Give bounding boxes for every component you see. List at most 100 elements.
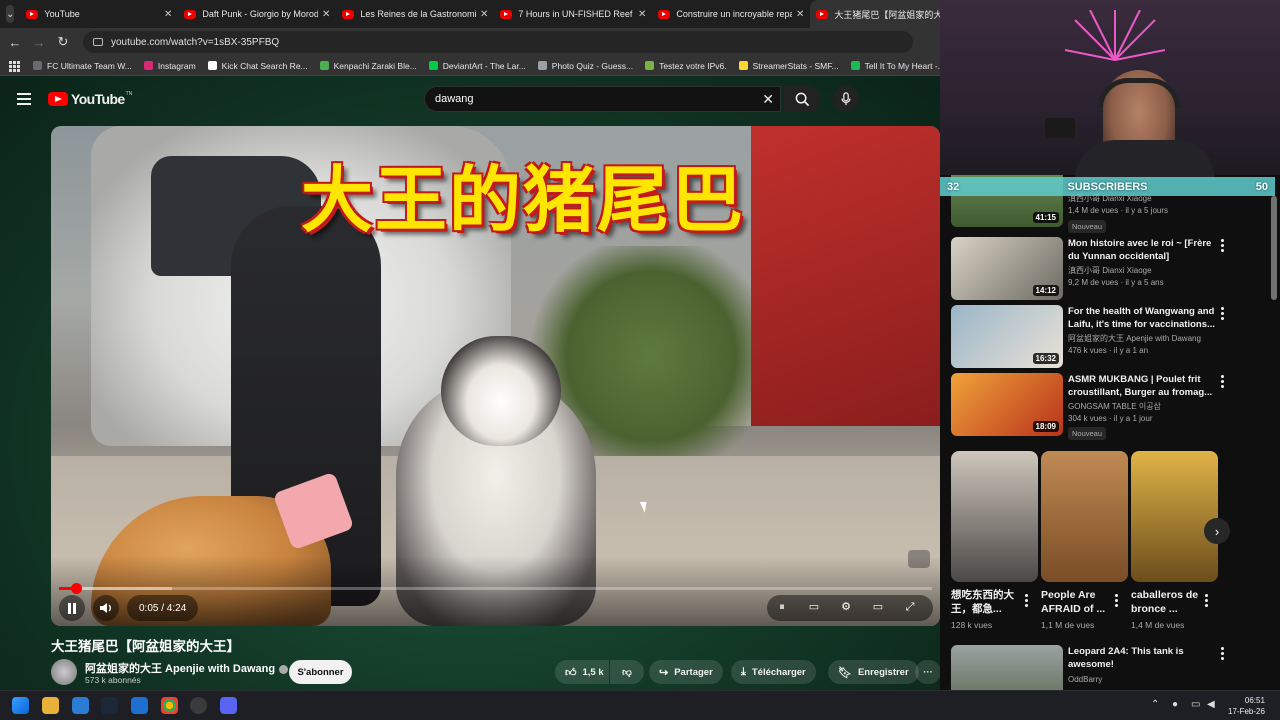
related-video-bottom[interactable]: Leopard 2A4: This tank is awesome! OddBa… bbox=[951, 645, 1271, 690]
close-tab-icon[interactable]: ✕ bbox=[322, 9, 330, 20]
bookmark-item[interactable]: Testez votre IPv6. bbox=[645, 61, 727, 71]
short-menu-icon[interactable] bbox=[1025, 594, 1028, 609]
steam-icon[interactable] bbox=[101, 697, 118, 714]
reload-button[interactable]: ↻ bbox=[51, 34, 75, 50]
browser-tab[interactable]: YouTube ✕ bbox=[20, 0, 178, 28]
tray-overflow-icon[interactable]: ⌃ bbox=[1151, 699, 1159, 710]
video-menu-icon[interactable] bbox=[1221, 647, 1225, 662]
related-video[interactable]: 16:32 For the health of Wangwang and Laif… bbox=[951, 305, 1271, 369]
bookmark-item[interactable]: StreamerStats - SMF... bbox=[738, 61, 839, 71]
volume-button[interactable] bbox=[93, 595, 119, 621]
file-explorer-icon[interactable] bbox=[42, 697, 59, 714]
pause-icon bbox=[68, 602, 76, 614]
scrubber-knob[interactable] bbox=[70, 583, 82, 594]
start-icon[interactable] bbox=[12, 697, 29, 714]
bookmark-item[interactable]: DeviantArt - The Lar... bbox=[428, 61, 526, 71]
shorts-next-button[interactable]: › bbox=[1204, 518, 1230, 544]
bookmark-item[interactable]: Kenpachi Zaraki Ble... bbox=[319, 60, 417, 71]
autoplay-toggle-icon[interactable]: ⏸ bbox=[775, 601, 789, 613]
close-tab-icon[interactable]: ✕ bbox=[164, 9, 172, 20]
forward-button[interactable]: → bbox=[27, 35, 51, 50]
related-video[interactable]: 18:09 ASMR MUKBANG | Poulet frit croustil… bbox=[951, 373, 1271, 440]
bookmark-item[interactable]: FC Ultimate Team W... bbox=[33, 61, 132, 71]
share-label: Partager bbox=[674, 666, 713, 678]
pause-button[interactable] bbox=[59, 595, 85, 621]
channel-avatar[interactable] bbox=[51, 659, 77, 685]
short-menu-icon[interactable] bbox=[1115, 594, 1118, 609]
short-menu-icon[interactable] bbox=[1205, 594, 1208, 609]
video-meta: 1,4 M de vues · il y a 5 jours bbox=[1068, 206, 1169, 215]
obs-icon[interactable] bbox=[190, 697, 207, 714]
subscriber-goal-current: 32 bbox=[947, 180, 960, 193]
tab-title: Construire un incroyable repair bbox=[676, 9, 792, 19]
bookmark-item[interactable]: Tell It To My Heart -... bbox=[850, 60, 945, 71]
like-button[interactable]: 👍︎ 1,5 k bbox=[555, 660, 609, 684]
outlook-icon[interactable] bbox=[72, 697, 89, 714]
video-scene-red-truck bbox=[751, 126, 940, 426]
tab-search-button[interactable]: ⌄ bbox=[6, 5, 15, 23]
bookmark-item[interactable]: Instagram bbox=[143, 61, 196, 71]
tab-title: 7 Hours in UN-FISHED Reef Ho bbox=[518, 9, 634, 19]
video-menu-icon[interactable] bbox=[1221, 375, 1225, 390]
video-player[interactable]: 大王的猪尾巴 0:05 / 4:24 ⏸ ▭ ⚙ ▭ ⤢ bbox=[51, 126, 940, 626]
bookmark-item[interactable]: Kick Chat Search Re... bbox=[207, 60, 308, 71]
dislike-button[interactable]: 👎︎ bbox=[610, 660, 644, 684]
short-title: People Are AFRAID of ... bbox=[1041, 589, 1106, 615]
close-tab-icon[interactable]: ✕ bbox=[796, 9, 804, 20]
voice-search-button[interactable] bbox=[833, 86, 859, 112]
bookmark-item[interactable]: Photo Quiz - Guess... bbox=[537, 61, 633, 71]
theater-mode-icon[interactable]: ▭ bbox=[871, 601, 885, 613]
subscribe-button[interactable]: S'abonner bbox=[289, 660, 352, 684]
share-button[interactable]: ↪ Partager bbox=[649, 660, 723, 684]
tray-volume-icon[interactable]: ◀ bbox=[1207, 699, 1215, 710]
search-button[interactable] bbox=[784, 86, 820, 112]
apps-grid-icon[interactable] bbox=[9, 60, 20, 72]
channel-name[interactable]: 阿盆姐家的大王 Apenjie with Dawang bbox=[85, 660, 289, 676]
close-tab-icon[interactable]: ✕ bbox=[638, 9, 646, 20]
close-tab-icon[interactable]: ✕ bbox=[480, 9, 488, 20]
video-menu-icon[interactable] bbox=[1221, 239, 1225, 254]
thumbnail: 16:32 bbox=[951, 305, 1063, 368]
bookmark-favicon-icon bbox=[537, 61, 547, 70]
sidebar-scrollbar[interactable] bbox=[1271, 196, 1277, 300]
browser-tab[interactable]: Daft Punk - Giorgio by Moroder ✕ bbox=[178, 0, 336, 28]
video-menu-icon[interactable] bbox=[1221, 307, 1225, 322]
bookmark-favicon-icon bbox=[33, 61, 42, 70]
save-button[interactable]: 🔖︎ Enregistrer bbox=[828, 660, 919, 684]
fullscreen-icon[interactable]: ⤢ bbox=[903, 601, 917, 613]
short-thumbnail bbox=[1041, 451, 1128, 582]
thumbnail: 14:12 bbox=[951, 237, 1063, 300]
menu-icon[interactable] bbox=[17, 93, 31, 105]
bookmark-label: Kenpachi Zaraki Ble... bbox=[333, 60, 417, 71]
browser-tab[interactable]: Les Reines de la Gastronomie de ✕ bbox=[336, 0, 494, 28]
app-icon[interactable] bbox=[131, 697, 148, 714]
browser-tab[interactable]: Construire un incroyable repair ✕ bbox=[652, 0, 810, 28]
search-input[interactable]: dawang ✕ bbox=[424, 86, 781, 112]
bookmark-label: Tell It To My Heart -... bbox=[864, 60, 945, 71]
neon-light-decor bbox=[1065, 10, 1165, 61]
time-display: 0:05 / 4:24 bbox=[127, 595, 199, 621]
related-video[interactable]: 14:12 Mon histoire avec le roi ~ [Frère d… bbox=[951, 237, 1271, 301]
download-button[interactable]: ⤓ Télécharger bbox=[731, 660, 816, 684]
more-actions-button[interactable]: ··· bbox=[915, 660, 941, 684]
video-meta: 9,2 M de vues · il y a 5 ans bbox=[1068, 278, 1164, 287]
progress-bar[interactable] bbox=[59, 583, 932, 594]
browser-tab[interactable]: 7 Hours in UN-FISHED Reef Ho ✕ bbox=[494, 0, 652, 28]
short-thumbnail bbox=[951, 451, 1038, 582]
subtitles-icon[interactable]: ▭ bbox=[807, 601, 821, 613]
address-bar[interactable]: youtube.com/watch?v=1sBX-35PFBQ bbox=[83, 31, 913, 53]
system-clock[interactable]: 06:51 17-Feb-26 bbox=[1228, 695, 1265, 717]
tray-network-icon[interactable]: ▭ bbox=[1191, 699, 1200, 710]
chrome-icon[interactable] bbox=[161, 697, 178, 714]
site-info-icon[interactable] bbox=[93, 38, 103, 46]
save-label: Enregistrer bbox=[857, 666, 909, 678]
discord-icon[interactable] bbox=[220, 697, 237, 714]
bookmark-favicon-icon bbox=[319, 61, 329, 70]
bookmark-label: Kick Chat Search Re... bbox=[221, 60, 308, 71]
settings-gear-icon[interactable]: ⚙ bbox=[839, 601, 853, 613]
tray-mic-icon[interactable]: ● bbox=[1172, 699, 1178, 710]
windows-taskbar: ⌃ ● ▭ ◀ 06:51 17-Feb-26 bbox=[0, 690, 1280, 720]
back-button[interactable]: ← bbox=[3, 35, 27, 50]
youtube-logo[interactable]: YouTube TN bbox=[48, 91, 132, 107]
clear-search-icon[interactable]: ✕ bbox=[762, 91, 774, 108]
